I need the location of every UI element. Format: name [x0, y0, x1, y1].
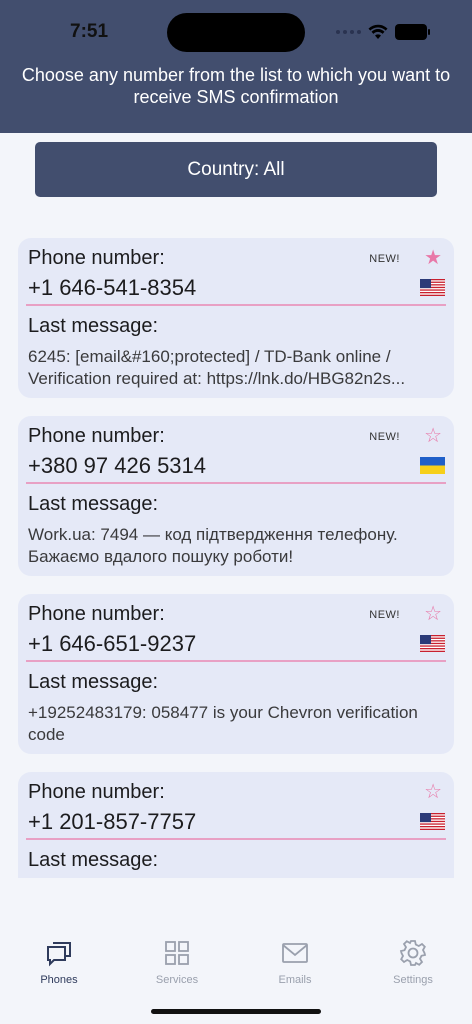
last-message-label: Last message: — [28, 493, 159, 515]
star-outline-icon[interactable]: ☆ — [424, 604, 442, 624]
separator — [26, 838, 446, 840]
phone-number: +1 646-651-9237 — [28, 631, 197, 656]
phone-label: Phone number: — [28, 781, 165, 803]
message-text: 6245: [email&#160;protected] / TD-Bank o… — [28, 346, 448, 390]
us-flag-icon — [420, 279, 445, 296]
last-message-label: Last message: — [28, 315, 159, 337]
separator — [26, 482, 446, 484]
tab-settings[interactable]: Settings — [354, 938, 472, 986]
tab-phones[interactable]: Phones — [0, 938, 118, 986]
new-badge: NEW! — [369, 253, 400, 265]
status-icons — [336, 22, 430, 42]
separator — [26, 660, 446, 662]
phone-card[interactable]: Phone number: NEW! ★ +1 646-541-8354 Las… — [18, 238, 454, 398]
last-message-label: Last message: — [28, 671, 159, 693]
grid-icon — [165, 941, 189, 965]
phone-list[interactable]: Phone number: NEW! ★ +1 646-541-8354 Las… — [18, 238, 454, 878]
phone-number: +1 201-857-7757 — [28, 809, 197, 834]
home-indicator — [151, 1009, 321, 1014]
tab-label: Emails — [278, 974, 312, 986]
phone-label: Phone number: — [28, 603, 165, 625]
new-badge: NEW! — [369, 431, 400, 443]
phone-number: +380 97 426 5314 — [28, 453, 207, 478]
message-text: +19252483179: 058477 is your Chevron ver… — [28, 703, 418, 744]
tab-label: Settings — [393, 974, 433, 986]
phone-card[interactable]: Phone number: ☆ +1 201-857-7757 Last mes… — [18, 772, 454, 878]
tab-emails[interactable]: Emails — [236, 938, 354, 986]
signal-dots-icon — [336, 30, 361, 34]
gear-icon — [399, 940, 427, 966]
phone-number: +1 646-541-8354 — [28, 275, 197, 300]
phone-label: Phone number: — [28, 247, 165, 269]
header-title: Choose any number from the list to which… — [21, 65, 451, 107]
ukraine-flag-icon — [420, 457, 445, 474]
envelope-icon — [282, 943, 308, 963]
tab-services[interactable]: Services — [118, 938, 236, 986]
header-bar: 7:51 Choose any number from the list to … — [0, 0, 472, 133]
chat-bubbles-icon — [47, 942, 71, 967]
phone-card[interactable]: Phone number: NEW! ☆ +380 97 426 5314 La… — [18, 416, 454, 576]
us-flag-icon — [420, 635, 445, 652]
country-filter-button[interactable]: Country: All — [35, 142, 437, 197]
status-time: 7:51 — [70, 21, 109, 42]
battery-icon — [395, 24, 430, 40]
star-outline-icon[interactable]: ☆ — [424, 426, 442, 446]
dynamic-island — [167, 13, 305, 52]
star-outline-icon[interactable]: ☆ — [424, 782, 442, 802]
tab-label: Phones — [40, 974, 78, 986]
wifi-icon — [368, 24, 388, 39]
message-line-2: Verification required at: https://lnk.do… — [28, 369, 406, 388]
message-text: Work.ua: 7494 — код підтвердження телефо… — [28, 525, 398, 566]
star-filled-icon[interactable]: ★ — [424, 248, 442, 268]
new-badge: NEW! — [369, 609, 400, 621]
us-flag-icon — [420, 813, 445, 830]
separator — [26, 304, 446, 306]
tab-label: Services — [155, 974, 199, 986]
last-message-label: Last message: — [28, 849, 159, 871]
message-line-1: 6245: [email&#160;protected] / TD-Bank o… — [28, 347, 391, 366]
phone-card[interactable]: Phone number: NEW! ☆ +1 646-651-9237 Las… — [18, 594, 454, 754]
phone-label: Phone number: — [28, 425, 165, 447]
